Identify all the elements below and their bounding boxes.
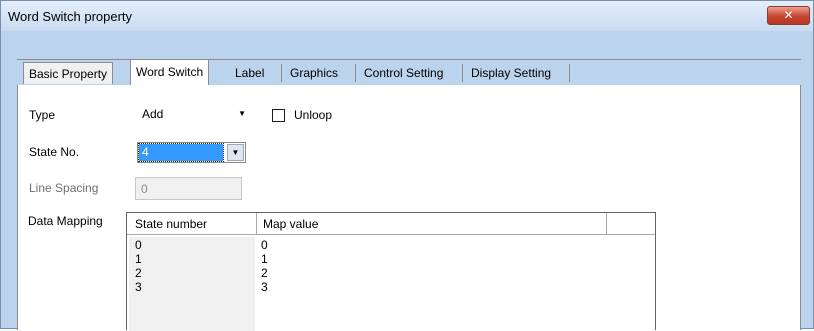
tab-divider — [569, 64, 570, 82]
column-header-state-number[interactable]: State number — [135, 217, 207, 231]
type-select[interactable]: Add ▼ — [138, 104, 250, 126]
tab-divider — [462, 64, 463, 82]
table-row-state[interactable]: 1 — [135, 252, 142, 266]
column-divider — [256, 213, 257, 235]
tab-control-setting[interactable]: Control Setting — [359, 62, 448, 84]
line-spacing-field: 0 — [135, 177, 242, 200]
chevron-down-icon[interactable]: ▼ — [227, 144, 244, 161]
table-row-state[interactable]: 0 — [135, 238, 142, 252]
type-label: Type — [29, 108, 56, 122]
table-row-map-value[interactable]: 2 — [261, 266, 268, 280]
tab-divider — [281, 64, 282, 82]
tab-bar — [1, 31, 813, 59]
property-dialog: Word Switch property ✕ Basic Property Wo… — [0, 0, 814, 331]
tab-divider — [355, 64, 356, 82]
column-divider — [606, 213, 607, 235]
column-header-map-value[interactable]: Map value — [263, 217, 318, 231]
state-no-value: 4 — [138, 143, 224, 162]
chevron-down-icon: ▼ — [238, 109, 246, 118]
tab-word-switch[interactable]: Word Switch — [130, 59, 210, 85]
state-number-column — [129, 237, 255, 331]
type-select-value: Add — [142, 107, 164, 121]
close-button[interactable]: ✕ — [767, 6, 810, 25]
unloop-label: Unloop — [294, 108, 333, 122]
table-row-map-value[interactable]: 0 — [261, 238, 268, 252]
state-no-label: State No. — [29, 145, 80, 159]
tab-display-setting[interactable]: Display Setting — [466, 62, 556, 84]
tab-label[interactable]: Label — [230, 62, 269, 84]
data-mapping-table[interactable]: State number Map value 0 0 1 1 2 2 3 3 — [126, 212, 656, 331]
table-row-state[interactable]: 3 — [135, 280, 142, 294]
table-header: State number Map value — [127, 213, 655, 235]
dialog-title: Word Switch property — [8, 9, 133, 24]
close-icon: ✕ — [783, 8, 794, 22]
unloop-checkbox[interactable] — [272, 109, 285, 122]
line-spacing-value: 0 — [141, 182, 148, 196]
table-row-map-value[interactable]: 3 — [261, 280, 268, 294]
table-row-map-value[interactable]: 1 — [261, 252, 268, 266]
title-bar: Word Switch property ✕ — [1, 1, 813, 31]
tab-basic-property[interactable]: Basic Property — [23, 62, 114, 84]
tab-graphics[interactable]: Graphics — [285, 62, 343, 84]
state-no-select[interactable]: 4 ▼ — [137, 142, 246, 163]
line-spacing-label: Line Spacing — [29, 181, 99, 195]
table-row-state[interactable]: 2 — [135, 266, 142, 280]
data-mapping-label: Data Mapping — [28, 214, 103, 228]
